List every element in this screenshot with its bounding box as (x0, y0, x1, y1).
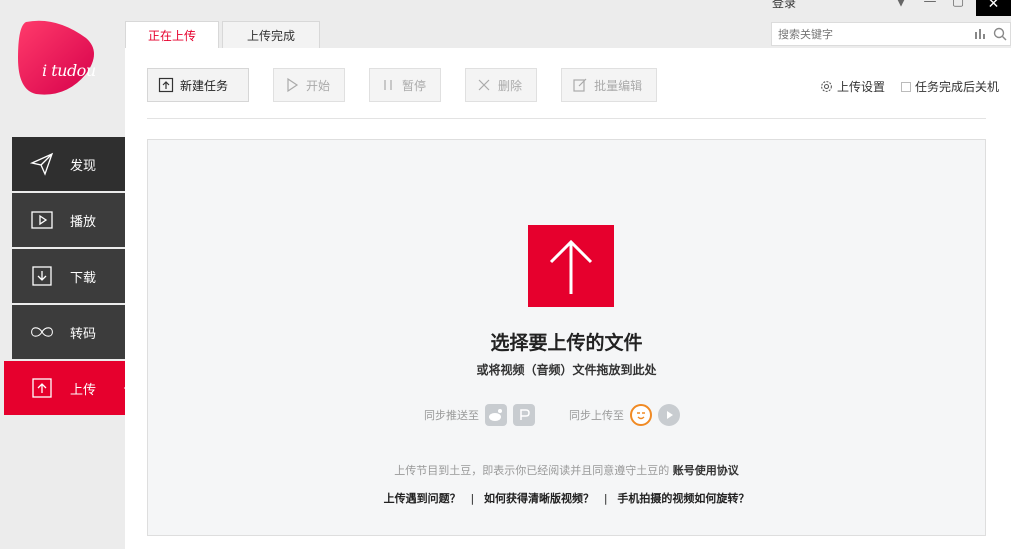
sidebar-item-label: 上传 (70, 382, 97, 398)
link-separator: | (470, 492, 475, 505)
pause-button[interactable]: 暂停 (369, 68, 442, 102)
download-icon (30, 264, 54, 288)
tab-bar: 正在上传 上传完成 (125, 21, 323, 50)
logo-text: i tudou (42, 61, 96, 80)
link-separator: | (603, 492, 608, 505)
dropzone-title: 选择要上传的文件 (490, 332, 643, 354)
bar-chart-icon[interactable] (972, 26, 988, 42)
search-icon[interactable] (992, 26, 1008, 42)
shutdown-label: 任务完成后关机 (915, 80, 1000, 94)
dropdown-icon[interactable]: ▼ (893, 0, 909, 9)
pause-icon (380, 77, 396, 93)
help-link-problem[interactable]: 上传遇到问题？ (384, 492, 461, 505)
sidebar-item-play[interactable]: 播放 (12, 193, 125, 247)
sidebar-item-label: 发现 (70, 158, 97, 174)
new-task-label: 新建任务 (180, 78, 229, 93)
search-input[interactable] (778, 27, 968, 41)
new-task-button[interactable]: 新建任务 (147, 68, 250, 102)
qzone-icon[interactable] (513, 404, 535, 426)
help-links: 上传遇到问题？ | 如何获得清晰版视频？ | 手机拍摄的视频如何旋转？ (148, 490, 985, 506)
upload-icon (158, 77, 174, 93)
gear-icon[interactable] (820, 80, 833, 93)
tudou-smile-icon[interactable] (630, 404, 652, 426)
edit-icon (572, 77, 588, 93)
agreement-text: 上传节目到土豆，即表示你已经阅读并且同意遵守土豆的 账号使用协议 (148, 462, 985, 478)
arrow-up-icon (549, 239, 593, 294)
delete-label: 删除 (498, 78, 523, 93)
sidebar-item-download[interactable]: 下载 (12, 249, 125, 303)
infinity-icon (30, 320, 54, 344)
start-button[interactable]: 开始 (273, 68, 346, 102)
upload-arrow-button[interactable] (528, 225, 614, 307)
play-box-icon (30, 208, 54, 232)
sidebar-item-discover[interactable]: 发现 (12, 137, 125, 191)
sync-row: 同步推送至 同步上传至 (424, 404, 680, 426)
sidebar-item-label: 播放 (70, 214, 97, 230)
close-icon (476, 77, 492, 93)
sidebar-item-label: 下载 (70, 270, 97, 286)
agreement-link[interactable]: 账号使用协议 (673, 464, 739, 477)
pause-label: 暂停 (402, 78, 427, 93)
upload-dropzone[interactable]: 选择要上传的文件 或将视频（音频）文件拖放到此处 同步推送至 同步上传至 上传节… (147, 139, 986, 536)
tab-uploading[interactable]: 正在上传 (125, 21, 220, 50)
restore-icon[interactable]: ▢ (950, 0, 966, 9)
shutdown-checkbox[interactable] (901, 81, 912, 92)
play-icon (284, 77, 300, 93)
sidebar-item-label: 转码 (70, 326, 97, 342)
toolbar: 新建任务 开始 暂停 删除 批量编辑 (147, 68, 681, 102)
tudou-logo: i tudou (16, 18, 96, 96)
settings-area: 上传设置 任务完成后关机 (820, 78, 999, 95)
batch-edit-button[interactable]: 批量编辑 (561, 68, 658, 102)
video-play-icon[interactable] (658, 404, 680, 426)
tab-upload-complete[interactable]: 上传完成 (222, 21, 321, 49)
paper-plane-icon (30, 152, 54, 176)
close-button[interactable]: ✕ (976, 0, 1011, 16)
minimize-icon[interactable]: — (922, 0, 938, 9)
sidebar-item-upload[interactable]: 上传 (4, 361, 130, 415)
upload-icon (30, 376, 54, 400)
delete-button[interactable]: 删除 (465, 68, 538, 102)
sync-upload-label: 同步上传至 (569, 409, 624, 422)
help-link-rotate[interactable]: 手机拍摄的视频如何旋转？ (617, 492, 749, 505)
divider (147, 118, 986, 119)
sidebar: i tudou 发现 播放 下载 转码 上传 (0, 0, 130, 549)
login-link[interactable]: 登录 (772, 0, 796, 11)
weibo-icon[interactable] (485, 404, 507, 426)
sidebar-nav: 发现 播放 下载 转码 上传 (4, 137, 130, 417)
start-label: 开始 (306, 78, 331, 93)
sync-push-label: 同步推送至 (424, 409, 479, 422)
search-box (771, 22, 1011, 46)
sidebar-item-transcode[interactable]: 转码 (12, 305, 125, 359)
help-link-hd-video[interactable]: 如何获得清晰版视频？ (484, 492, 594, 505)
upload-settings-link[interactable]: 上传设置 (837, 78, 885, 95)
batch-edit-label: 批量编辑 (594, 78, 643, 93)
agreement-body: 上传节目到土豆，即表示你已经阅读并且同意遵守土豆的 (394, 464, 670, 477)
dropzone-subtitle: 或将视频（音频）文件拖放到此处 (476, 363, 657, 377)
